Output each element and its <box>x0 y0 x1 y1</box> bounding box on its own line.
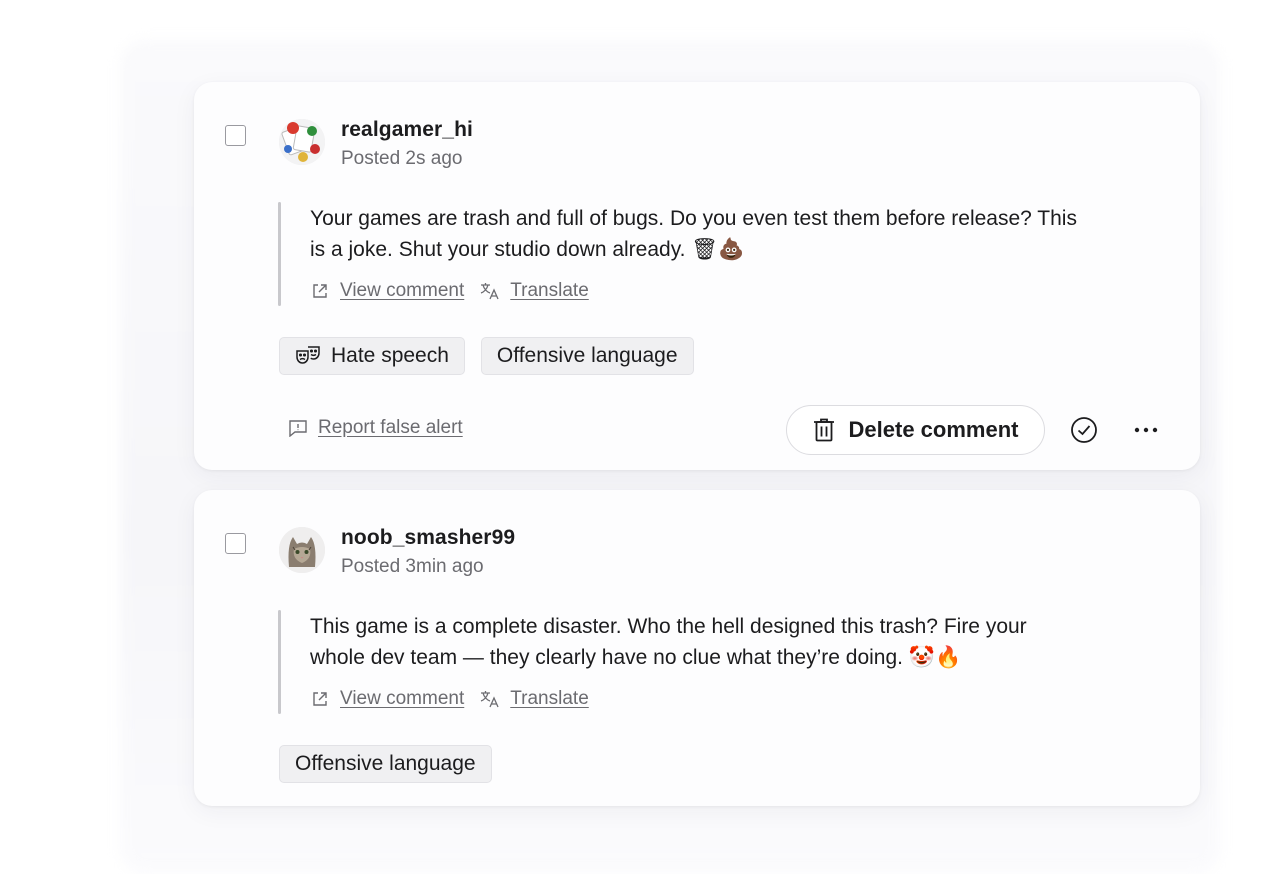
username: realgamer_hi <box>341 118 473 141</box>
comment-text-line-2: is a joke. Shut your studio down already… <box>310 234 1180 265</box>
quote-bar <box>278 202 281 306</box>
comment-text-line-content: is a joke. Shut your studio down already… <box>310 238 686 261</box>
external-link-icon <box>310 281 330 301</box>
report-false-alert-link[interactable]: Report false alert <box>288 417 463 439</box>
tag-offensive-language: Offensive language <box>279 745 492 783</box>
select-checkbox[interactable] <box>225 533 246 554</box>
comment-emojis: 🤡🔥 <box>908 645 962 669</box>
tag-label: Hate speech <box>331 344 449 367</box>
tag-list: Hate speech Offensive language <box>279 337 694 375</box>
select-checkbox[interactable] <box>225 125 246 146</box>
tag-label: Offensive language <box>496 344 678 367</box>
more-options-button[interactable] <box>1131 415 1161 445</box>
tag-label: Offensive language <box>295 752 476 775</box>
username: noob_smasher99 <box>341 526 516 549</box>
posted-time: Posted 3min ago <box>341 556 484 577</box>
tag-hate-speech: Hate speech <box>279 337 465 375</box>
comment-text-line: Your games are trash and full of bugs. D… <box>310 207 1077 230</box>
view-comment-link[interactable]: View comment <box>310 688 464 710</box>
tag-offensive-language: Offensive language <box>480 337 694 375</box>
cat-avatar-image <box>279 527 325 573</box>
avatar <box>279 527 325 573</box>
cards-avatar-image <box>279 119 325 165</box>
avatar <box>279 119 325 165</box>
translate-icon <box>480 281 500 301</box>
delete-label: Delete comment <box>848 417 1019 442</box>
report-label: Report false alert <box>318 417 463 438</box>
moderation-page: realgamer_hi Posted 2s ago Your games ar… <box>0 0 1280 874</box>
trash-icon <box>813 418 835 442</box>
view-comment-label: View comment <box>340 688 465 709</box>
translate-label: Translate <box>510 280 589 301</box>
comment-card: noob_smasher99 Posted 3min ago This game… <box>194 490 1200 806</box>
comment-text: This game is a complete disaster. Who th… <box>310 612 1180 673</box>
comment-actions: View comment Translate <box>310 280 605 302</box>
translate-icon <box>480 689 500 709</box>
approve-button[interactable] <box>1069 415 1099 445</box>
translate-link[interactable]: Translate <box>480 688 589 710</box>
check-circle-icon <box>1071 417 1097 443</box>
comment-text-line-content: whole dev team — they clearly have no cl… <box>310 646 903 669</box>
view-comment-link[interactable]: View comment <box>310 280 464 302</box>
translate-link[interactable]: Translate <box>480 280 589 302</box>
translate-label: Translate <box>510 688 589 709</box>
comment-text-line-2: whole dev team — they clearly have no cl… <box>310 642 1180 673</box>
comment-card: realgamer_hi Posted 2s ago Your games ar… <box>194 82 1200 470</box>
comment-text-line: This game is a complete disaster. Who th… <box>310 615 1027 638</box>
delete-comment-button[interactable]: Delete comment <box>786 405 1045 455</box>
more-dots-icon <box>1134 427 1158 433</box>
view-comment-label: View comment <box>340 280 465 301</box>
report-flag-icon <box>288 419 308 437</box>
comment-actions: View comment Translate <box>310 688 605 710</box>
theater-masks-icon <box>295 345 321 367</box>
tag-list: Offensive language <box>279 745 492 783</box>
quote-bar <box>278 610 281 714</box>
comment-emojis: 🗑💩 <box>691 237 745 261</box>
comment-text: Your games are trash and full of bugs. D… <box>310 204 1180 265</box>
external-link-icon <box>310 689 330 709</box>
posted-time: Posted 2s ago <box>341 148 463 169</box>
